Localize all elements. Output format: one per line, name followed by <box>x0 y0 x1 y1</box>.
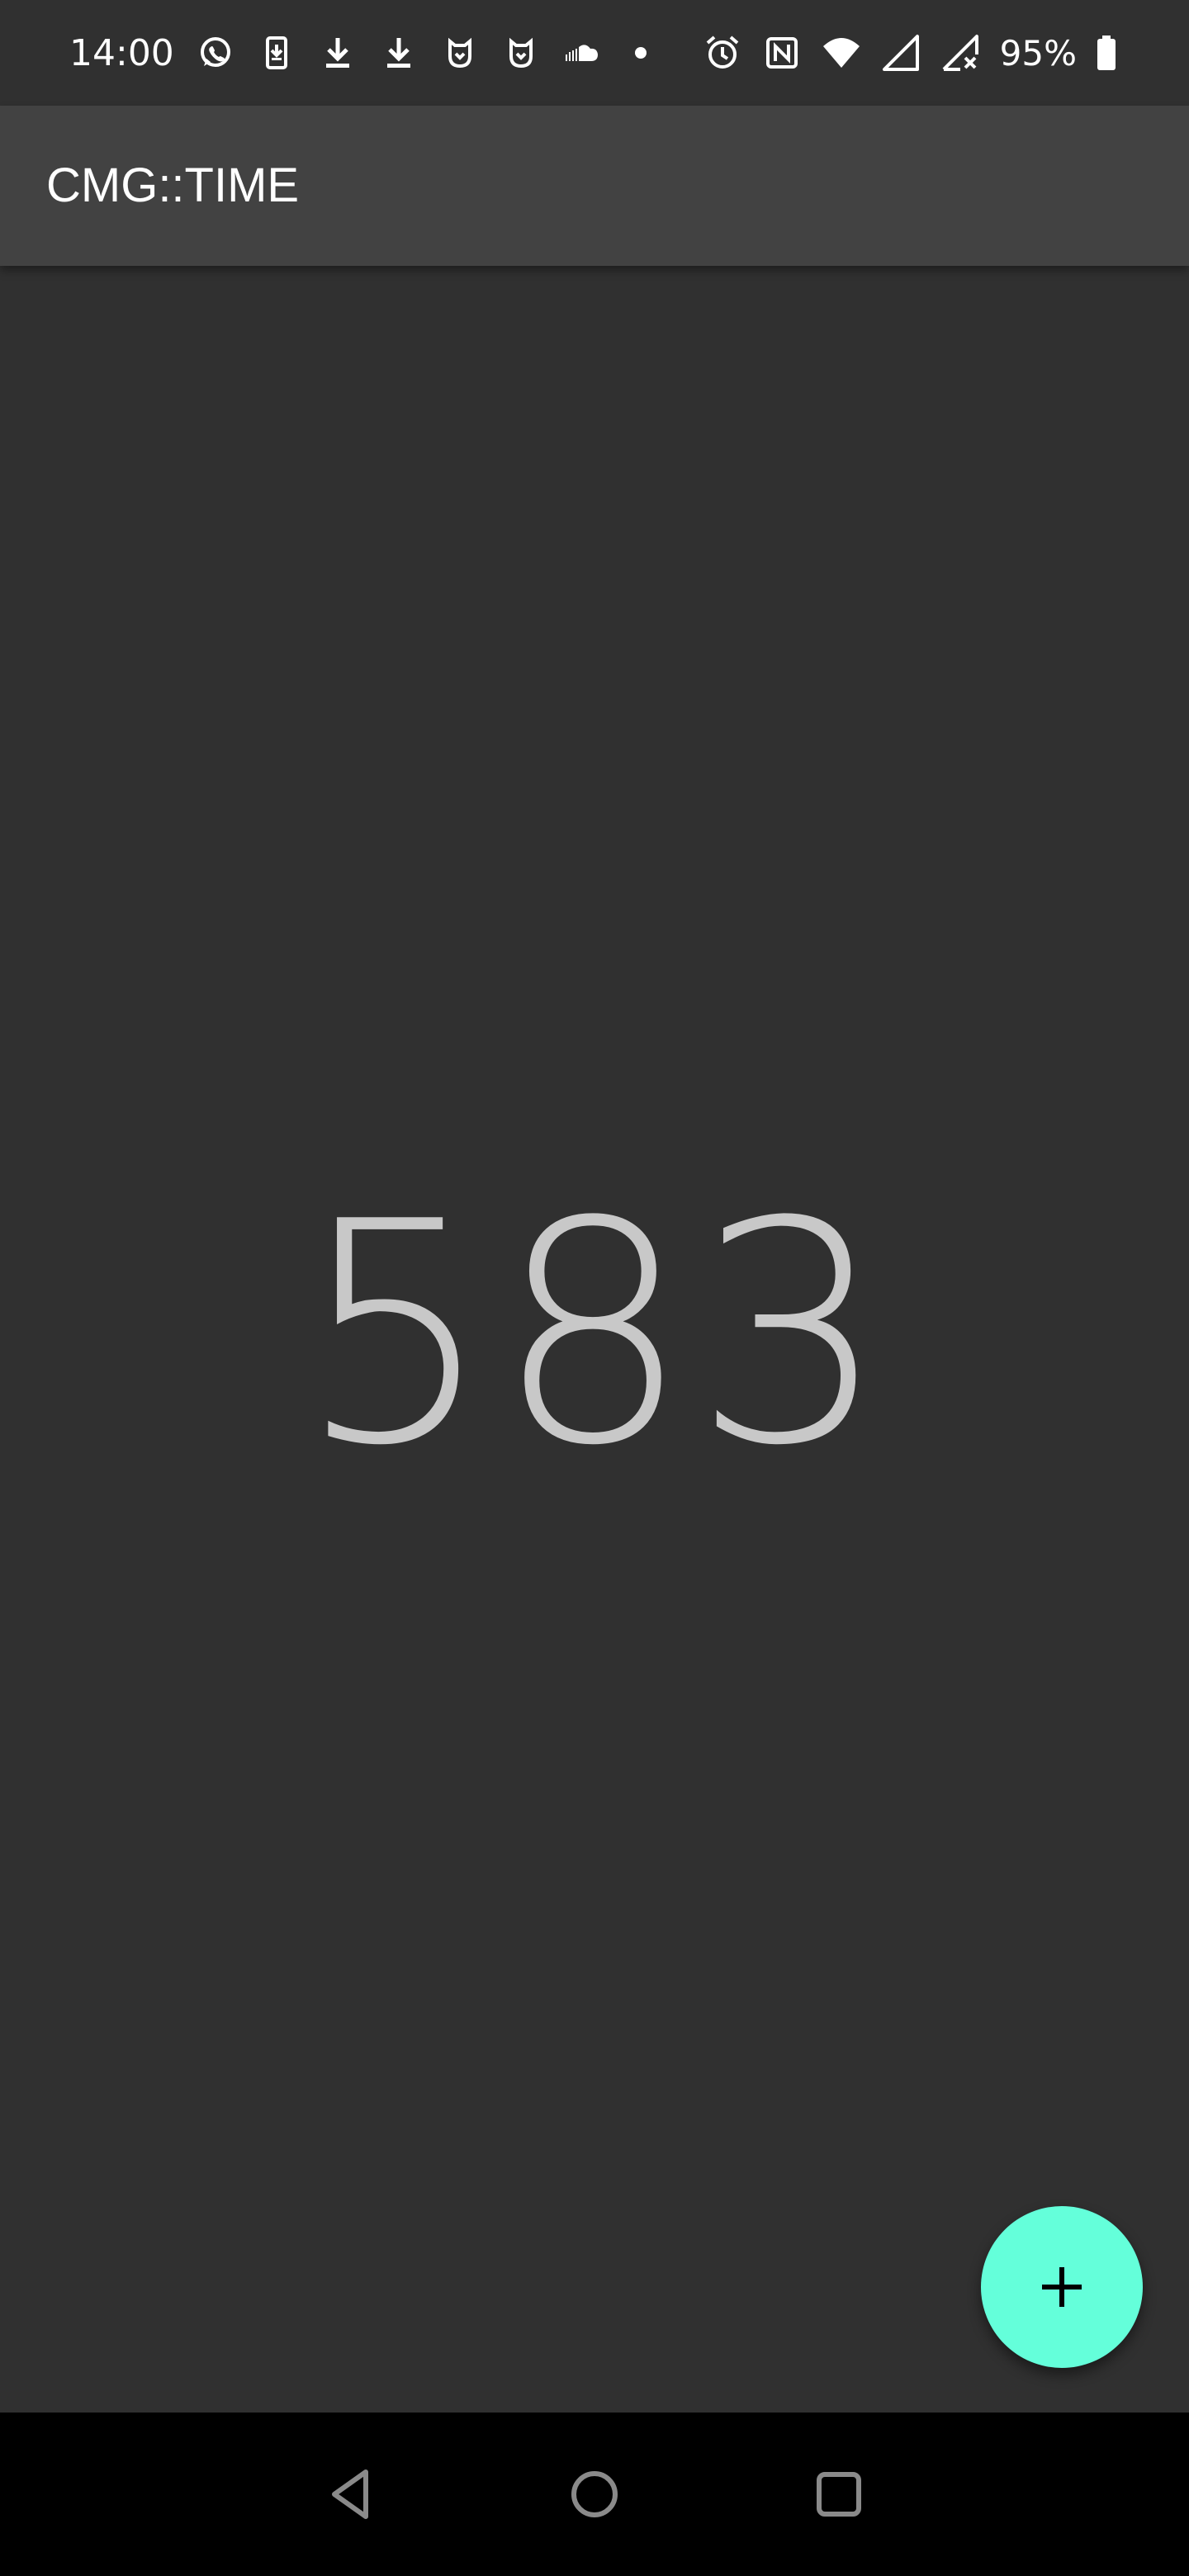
add-button[interactable] <box>981 2206 1143 2368</box>
app-title: CMG::TIME <box>46 159 300 212</box>
status-bar-right: 95% <box>703 0 1126 106</box>
recents-icon <box>817 2472 861 2517</box>
mi-home-icon <box>501 33 541 73</box>
home-button[interactable] <box>528 2413 661 2576</box>
whatsapp-icon <box>196 33 235 73</box>
signal-icon <box>881 33 921 73</box>
battery-percent: 95% <box>999 32 1077 73</box>
app-screen: 14:00 95% CMG::TIME 583 <box>0 0 1189 2576</box>
mi-home-icon <box>440 33 480 73</box>
app-update-icon <box>257 33 296 73</box>
download-icon <box>379 33 419 73</box>
status-bar-left: 14:00 <box>69 0 647 106</box>
home-icon <box>571 2471 618 2517</box>
wifi-icon <box>822 33 861 73</box>
back-icon <box>332 2469 368 2519</box>
status-bar: 14:00 95% <box>0 0 1189 106</box>
back-button[interactable] <box>286 2413 418 2576</box>
app-toolbar: CMG::TIME <box>0 106 1189 266</box>
recents-button[interactable] <box>773 2413 905 2576</box>
navigation-bar <box>0 2413 1189 2576</box>
alarm-icon <box>703 33 742 73</box>
soundcloud-icon <box>562 33 602 73</box>
status-time: 14:00 <box>69 31 174 74</box>
nfc-icon <box>762 33 802 73</box>
counter-value: 583 <box>297 1158 892 1513</box>
more-notifications-dot <box>634 47 647 59</box>
main-content: 583 <box>0 266 1189 2413</box>
plus-icon <box>1042 2267 1082 2307</box>
download-icon <box>318 33 358 73</box>
signal-no-sim-icon <box>940 33 980 73</box>
battery-icon <box>1087 33 1126 73</box>
